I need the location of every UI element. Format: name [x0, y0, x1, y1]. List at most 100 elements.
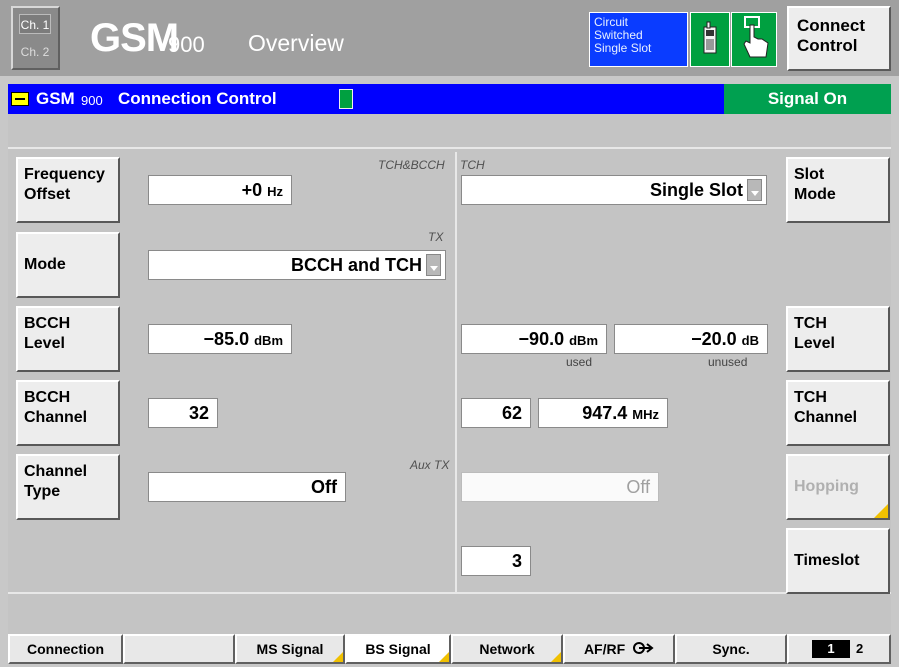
tch-level-label-2: Level	[794, 335, 835, 352]
tab-af-rf-label: AF/RF	[583, 641, 626, 657]
hopping-button[interactable]: Hopping	[786, 454, 890, 520]
bcch-level-unit: dBm	[254, 333, 283, 348]
tab-ms-signal-label: MS Signal	[256, 641, 324, 657]
bcch-level-label-1: BCCH	[24, 315, 71, 332]
channel-type-label-2: Type	[24, 483, 61, 500]
mode-label: Mode	[24, 256, 66, 273]
page-1-indicator[interactable]: 1	[812, 640, 850, 658]
tch-channel-label-2: Channel	[794, 409, 858, 426]
tch-channel-value: 62	[501, 403, 522, 423]
channel-1-button[interactable]: Ch. 1	[19, 14, 51, 34]
phone-status-icon	[339, 89, 353, 109]
app-title-band: 900	[168, 32, 205, 57]
channel-type-field[interactable]: Off	[148, 472, 346, 502]
bcch-level-button[interactable]: BCCH Level	[16, 306, 120, 372]
divider-bottom	[8, 592, 891, 594]
header-product: GSM	[36, 89, 75, 108]
tch-label: TCH	[460, 158, 485, 172]
timeslot-button[interactable]: Timeslot	[786, 528, 890, 594]
mode-dropdown[interactable]: BCCH and TCH	[148, 250, 446, 280]
tch-bcch-label: TCH&BCCH	[378, 158, 445, 172]
tab-ms-signal[interactable]: MS Signal	[235, 634, 345, 664]
softkey-corner-marker	[551, 652, 561, 662]
signal-status-badge: Signal On	[724, 84, 891, 114]
minimize-icon[interactable]	[11, 92, 29, 106]
frequency-offset-value: +0	[241, 180, 263, 200]
mode-button[interactable]: Mode	[16, 232, 120, 298]
tch-channel-field[interactable]: 62	[461, 398, 531, 428]
bcch-channel-field[interactable]: 32	[148, 398, 218, 428]
connection-control-header: GSM 900 Connection Control Signal On	[8, 84, 891, 114]
channel-type-label-1: Channel	[24, 463, 88, 480]
tch-channel-label-1: TCH	[794, 389, 827, 406]
screen-title: Overview	[248, 30, 344, 56]
header-title: Connection Control	[118, 89, 277, 108]
tab-sync[interactable]: Sync.	[675, 634, 787, 664]
bcch-level-field[interactable]: −85.0 dBm	[148, 324, 292, 354]
tch-level-used-field[interactable]: −90.0 dBm	[461, 324, 607, 354]
tab-af-rf[interactable]: AF/RF	[563, 634, 675, 664]
tch-frequency-unit: MHz	[632, 407, 659, 422]
connection-status-text: Circuit Switched Single Slot	[589, 12, 688, 67]
tch-frequency-field[interactable]: 947.4 MHz	[538, 398, 668, 428]
channel-2-button[interactable]: Ch. 2	[19, 42, 51, 62]
connect-control-button[interactable]: Connect Control	[787, 6, 891, 71]
channel-type-value: Off	[311, 477, 337, 497]
slot-mode-dropdown[interactable]: Single Slot	[461, 175, 767, 205]
timeslot-field[interactable]: 3	[461, 546, 531, 576]
tch-level-used-unit: dBm	[569, 333, 598, 348]
channel-type-button[interactable]: Channel Type	[16, 454, 120, 520]
tch-frequency-value: 947.4	[582, 403, 628, 423]
slot-mode-label-1: Slot	[794, 166, 825, 183]
tab-network[interactable]: Network	[451, 634, 563, 664]
aux-tx-label: Aux TX	[410, 458, 450, 472]
timeslot-value: 3	[511, 551, 522, 571]
used-caption: used	[566, 355, 593, 369]
app-title-gsm: GSM	[90, 16, 179, 60]
divider-top	[8, 147, 891, 149]
tch-level-unused-field[interactable]: −20.0 dB	[614, 324, 768, 354]
softkey-corner-marker	[333, 652, 343, 662]
connect-control-label-1: Connect	[797, 16, 865, 35]
connector-icon	[632, 637, 654, 663]
column-divider	[455, 152, 457, 592]
frequency-offset-field[interactable]: +0 Hz	[148, 175, 292, 205]
dropdown-arrow-icon[interactable]	[426, 254, 441, 277]
tab-blank[interactable]	[123, 634, 235, 664]
dropdown-arrow-icon[interactable]	[747, 179, 762, 202]
aux-tx-field: Off	[461, 472, 659, 502]
tx-label: TX	[428, 230, 444, 244]
channel-selector[interactable]: Ch. 1 Ch. 2	[11, 6, 60, 70]
frequency-offset-button[interactable]: Frequency Offset	[16, 157, 120, 223]
mode-value: BCCH and TCH	[291, 255, 422, 275]
tch-level-label-1: TCH	[794, 315, 827, 332]
title-bar: Ch. 1 Ch. 2 GSM 900 Overview Circuit Swi…	[0, 0, 899, 76]
softkey-corner-marker	[439, 652, 449, 662]
bcch-channel-label-1: BCCH	[24, 389, 71, 406]
frequency-offset-label-2: Offset	[24, 186, 71, 203]
tch-level-unused-value: −20.0	[691, 329, 737, 349]
tch-level-button[interactable]: TCH Level	[786, 306, 890, 372]
connect-control-label-2: Control	[797, 36, 858, 55]
tch-channel-button[interactable]: TCH Channel	[786, 380, 890, 446]
tch-level-used-value: −90.0	[518, 329, 565, 349]
bcch-channel-label-2: Channel	[24, 409, 88, 426]
slot-mode-value: Single Slot	[649, 180, 743, 200]
tch-level-unused-unit: dB	[741, 333, 759, 348]
tab-connection[interactable]: Connection	[8, 634, 123, 664]
softkey-corner-marker	[874, 504, 888, 518]
slot-mode-button[interactable]: Slot Mode	[786, 157, 890, 223]
tab-bs-signal-label: BS Signal	[365, 641, 431, 657]
bcch-channel-button[interactable]: BCCH Channel	[16, 380, 120, 446]
header-band: 900	[81, 93, 103, 108]
status-line-3: Single Slot	[594, 41, 652, 55]
hand-pointer-icon	[731, 12, 777, 67]
aux-tx-value: Off	[626, 477, 650, 497]
tab-bs-signal[interactable]: BS Signal	[345, 634, 451, 664]
tab-network-label: Network	[479, 641, 535, 657]
hopping-label: Hopping	[794, 478, 859, 495]
frequency-offset-unit: Hz	[267, 184, 283, 199]
timeslot-label: Timeslot	[794, 552, 860, 569]
unused-caption: unused	[708, 355, 748, 369]
page-2-indicator[interactable]: 2	[856, 640, 876, 658]
